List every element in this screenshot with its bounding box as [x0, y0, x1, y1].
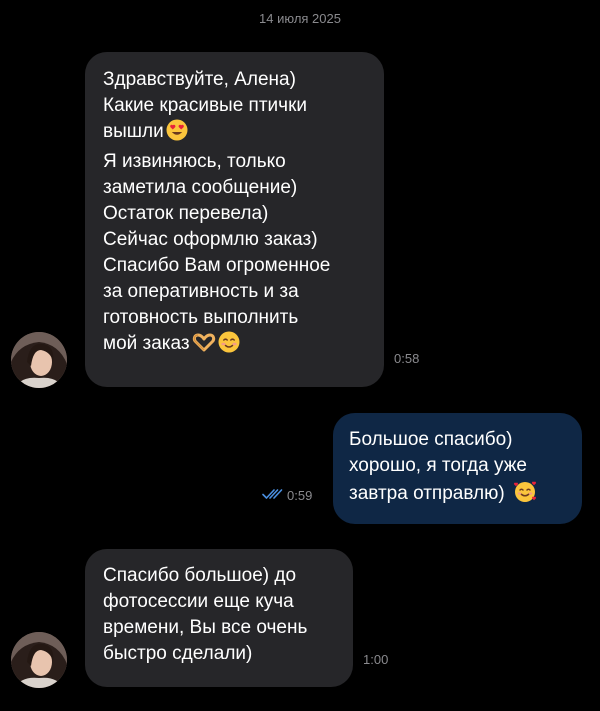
heart-eyes-emoji	[166, 119, 188, 149]
message-line: заметила сообщение)	[103, 177, 298, 198]
message-bubble-incoming[interactable]: Спасибо большое) до фотосессии еще куча …	[85, 549, 353, 687]
message-line: Остаток перевела)	[103, 203, 269, 224]
message-line: Здравствуйте, Алена)	[103, 69, 296, 90]
contact-avatar[interactable]	[11, 332, 67, 388]
message-line: хорошо, я тогда уже	[349, 455, 527, 476]
message-timestamp: 0:59	[287, 488, 313, 503]
message-line: времени, Вы все очень	[103, 617, 308, 638]
smiling-face-with-hearts-emoji	[512, 479, 538, 511]
message-line: вышли	[103, 121, 164, 142]
date-separator: 14 июля 2025	[259, 11, 341, 26]
message-timestamp: 0:58	[394, 351, 420, 366]
message-bubble-incoming[interactable]: Здравствуйте, Алена) Какие красивые птич…	[85, 52, 384, 387]
message-line: за оперативность и за	[103, 281, 299, 302]
message-line: Спасибо Вам огроменное	[103, 255, 331, 276]
message-line: фотосессии еще куча	[103, 591, 294, 612]
message-line: готовность выполнить	[103, 307, 299, 328]
contact-avatar[interactable]	[11, 632, 67, 688]
message-line: мой заказ	[103, 333, 190, 354]
message-line: Спасибо большое) до	[103, 565, 297, 586]
message-line: Я извиняюсь, только	[103, 151, 286, 172]
message-line: Большое спасибо)	[349, 429, 513, 450]
message-line: Сейчас оформлю заказ)	[103, 229, 318, 250]
double-check-icon	[262, 489, 283, 499]
message-line: завтра отправлю)	[349, 483, 505, 504]
message-bubble-outgoing[interactable]: Большое спасибо) хорошо, я тогда уже зав…	[333, 413, 582, 524]
smiling-blush-emoji	[218, 331, 240, 361]
message-line: быстро сделали)	[103, 643, 253, 664]
message-line: Какие красивые птички	[103, 95, 307, 116]
heart-hands-emoji	[192, 333, 216, 361]
message-timestamp: 1:00	[363, 652, 389, 667]
